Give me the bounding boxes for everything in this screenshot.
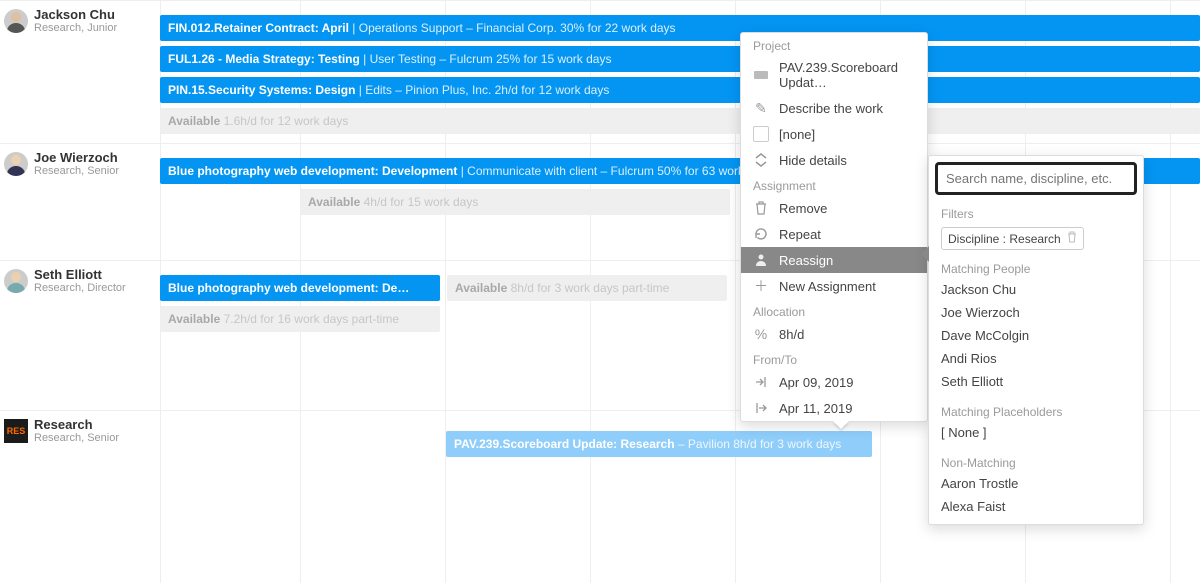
menu-to-date[interactable]: Apr 11, 2019	[741, 395, 927, 421]
person-icon	[753, 252, 769, 268]
person-header[interactable]: Seth Elliott Research, Director	[0, 261, 160, 410]
section-fromto: From/To	[741, 347, 927, 369]
section-allocation: Allocation	[741, 299, 927, 321]
matching-placeholders-header: Matching Placeholders	[929, 399, 1143, 421]
person-option[interactable]: Alexa Faist	[929, 495, 1143, 518]
plus-icon: ＋	[753, 278, 769, 294]
person-option[interactable]: Aaron Trostle	[929, 472, 1143, 495]
filter-chip[interactable]: Discipline : Research	[941, 227, 1084, 250]
person-option[interactable]: Andi Rios	[929, 347, 1143, 370]
person-role: Research, Junior	[34, 22, 117, 35]
nonmatching-header: Non-Matching	[929, 450, 1143, 472]
color-swatch	[753, 126, 769, 142]
arrow-right-from-line-icon	[753, 400, 769, 416]
person-name: Joe Wierzoch	[34, 150, 119, 165]
repeat-icon	[753, 226, 769, 242]
section-project: Project	[741, 33, 927, 55]
person-option[interactable]: Joe Wierzoch	[929, 301, 1143, 324]
menu-color-none[interactable]: [none]	[741, 121, 927, 147]
menu-from-date[interactable]: Apr 09, 2019	[741, 369, 927, 395]
trash-icon	[753, 200, 769, 216]
available-bar[interactable]: Available 1.6h/d for 12 work days	[160, 108, 1200, 134]
popup-tail	[833, 421, 849, 429]
percent-icon: %	[753, 326, 769, 342]
available-bar[interactable]: Available 7.2h/d for 16 work days part-t…	[160, 306, 440, 332]
person-name: Jackson Chu	[34, 7, 117, 22]
placeholder-header[interactable]: RES Research Research, Senior	[0, 411, 160, 583]
menu-hide-details[interactable]: Hide details	[741, 147, 927, 173]
person-name: Seth Elliott	[34, 267, 126, 282]
avatar	[4, 9, 28, 33]
person-option[interactable]: Jackson Chu	[929, 278, 1143, 301]
avatar	[4, 269, 28, 293]
available-bar[interactable]: Available 8h/d for 3 work days part-time	[447, 275, 727, 301]
reassign-flyout: Filters Discipline : Research Matching P…	[928, 155, 1144, 525]
person-role: Research, Director	[34, 282, 126, 295]
remove-filter-icon[interactable]	[1067, 231, 1077, 246]
menu-describe-work[interactable]: ✎ Describe the work	[741, 95, 927, 121]
placeholder-avatar: RES	[4, 419, 28, 443]
project-icon	[753, 67, 769, 83]
arrow-right-to-line-icon	[753, 374, 769, 390]
person-role: Research, Senior	[34, 165, 119, 178]
person-header[interactable]: Jackson Chu Research, Junior	[0, 1, 160, 143]
pencil-icon: ✎	[753, 100, 769, 116]
assignment-context-menu: Project PAV.239.Scoreboard Updat… ✎ Desc…	[740, 32, 928, 422]
menu-project-name[interactable]: PAV.239.Scoreboard Updat…	[741, 55, 927, 95]
menu-reassign[interactable]: Reassign	[741, 247, 927, 273]
assignment-bar[interactable]: FUL1.26 - Media Strategy: Testing | User…	[160, 46, 1200, 72]
placeholder-name: Research	[34, 417, 119, 432]
menu-remove[interactable]: Remove	[741, 195, 927, 221]
search-input[interactable]	[935, 162, 1137, 195]
person-option[interactable]: Seth Elliott	[929, 370, 1143, 393]
avatar	[4, 152, 28, 176]
menu-new-assignment[interactable]: ＋ New Assignment	[741, 273, 927, 299]
menu-allocation-value[interactable]: % 8h/d	[741, 321, 927, 347]
assignment-bar[interactable]: FIN.012.Retainer Contract: April | Opera…	[160, 15, 1200, 41]
collapse-icon	[753, 152, 769, 168]
person-option[interactable]: Dave McColgin	[929, 324, 1143, 347]
section-assignment: Assignment	[741, 173, 927, 195]
assignment-bar[interactable]: Blue photography web development: De…	[160, 275, 440, 301]
person-header[interactable]: Joe Wierzoch Research, Senior	[0, 144, 160, 260]
assignment-bar[interactable]: PAV.239.Scoreboard Update: Research – Pa…	[446, 431, 872, 457]
placeholder-option-none[interactable]: [ None ]	[929, 421, 1143, 444]
available-bar[interactable]: Available 4h/d for 15 work days	[300, 189, 730, 215]
assignment-bar[interactable]: PIN.15.Security Systems: Design | Edits …	[160, 77, 1200, 103]
filters-header: Filters	[929, 201, 1143, 223]
menu-repeat[interactable]: Repeat	[741, 221, 927, 247]
matching-people-header: Matching People	[929, 256, 1143, 278]
placeholder-role: Research, Senior	[34, 432, 119, 445]
